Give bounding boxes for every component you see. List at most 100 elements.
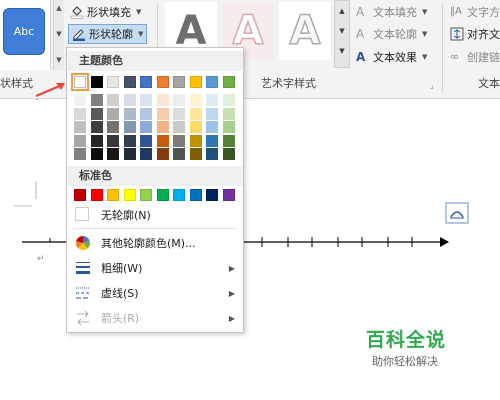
theme-shade-swatch[interactable]: [173, 121, 185, 133]
theme-shade-swatch[interactable]: [189, 94, 202, 106]
theme-shade-swatch[interactable]: [140, 148, 152, 160]
theme-shade-swatch[interactable]: [107, 121, 119, 133]
theme-color-swatch[interactable]: [90, 76, 103, 88]
theme-shade-swatch[interactable]: [173, 94, 185, 106]
standard-color-swatch[interactable]: [222, 189, 235, 201]
theme-shade-swatch[interactable]: [90, 121, 103, 133]
shape-outline-button[interactable]: 形状轮廓 ▼: [68, 24, 148, 44]
theme-color-swatch[interactable]: [123, 76, 136, 88]
theme-shade-swatch[interactable]: [107, 134, 119, 147]
wordart-style-3[interactable]: A: [279, 2, 331, 60]
create-link-button[interactable]: ∞ 创建链: [450, 48, 500, 66]
pen-icon: [72, 27, 86, 41]
theme-shade-swatch[interactable]: [74, 148, 86, 160]
dialog-launcher-icon[interactable]: ⌟: [430, 76, 434, 94]
theme-color-swatch[interactable]: [140, 76, 152, 88]
gallery-scrollbar[interactable]: ▲ ▼ ▼: [53, 0, 64, 70]
theme-shade-swatch[interactable]: [123, 121, 136, 133]
theme-shade-swatch[interactable]: [140, 134, 152, 147]
shape-style-abc-button[interactable]: Abc: [3, 8, 45, 55]
more-icon[interactable]: ▼: [335, 41, 349, 61]
theme-color-swatch[interactable]: [107, 76, 119, 88]
theme-color-swatch[interactable]: [222, 76, 235, 88]
chevron-down-icon[interactable]: ▼: [335, 21, 349, 41]
standard-color-swatch[interactable]: [156, 189, 169, 201]
chevron-up-icon[interactable]: ▲: [55, 4, 63, 12]
theme-shade-swatch[interactable]: [206, 148, 218, 160]
theme-shade-swatch[interactable]: [222, 121, 235, 133]
theme-shade-swatch[interactable]: [156, 107, 169, 120]
dashes-item[interactable]: 虚线(S) ▶: [67, 282, 243, 304]
theme-shade-swatch[interactable]: [206, 121, 218, 133]
text-fill-button[interactable]: A 文本填充 ▼: [356, 3, 427, 21]
layout-options-icon[interactable]: [445, 202, 469, 224]
theme-shade-swatch[interactable]: [74, 134, 86, 147]
more-icon[interactable]: ▼: [55, 56, 63, 64]
text-outline-button[interactable]: A 文本轮廓 ▼: [356, 25, 427, 43]
theme-shade-swatch[interactable]: [189, 148, 202, 160]
watermark-title: 百科全说: [366, 329, 447, 351]
theme-shade-swatch[interactable]: [156, 94, 169, 106]
theme-color-swatch[interactable]: [71, 73, 89, 91]
theme-color-swatch[interactable]: [206, 76, 218, 88]
theme-shade-swatch[interactable]: [74, 94, 86, 106]
theme-color-swatch[interactable]: [189, 76, 202, 88]
theme-shade-swatch[interactable]: [222, 94, 235, 106]
theme-shade-swatch[interactable]: [90, 94, 103, 106]
standard-color-swatch[interactable]: [173, 189, 185, 201]
theme-shade-swatch[interactable]: [74, 107, 86, 120]
text-effects-button[interactable]: A 文本效果 ▼: [356, 48, 427, 66]
theme-shade-swatch[interactable]: [123, 134, 136, 147]
theme-shade-swatch[interactable]: [74, 121, 86, 133]
theme-shade-swatch[interactable]: [140, 121, 152, 133]
theme-shade-swatch[interactable]: [90, 148, 103, 160]
theme-shade-swatch[interactable]: [140, 94, 152, 106]
theme-shade-swatch[interactable]: [222, 148, 235, 160]
theme-shade-swatch[interactable]: [156, 148, 169, 160]
wordart-gallery-scrollbar[interactable]: ▲ ▼ ▼: [334, 0, 350, 68]
standard-color-swatch[interactable]: [107, 189, 119, 201]
text-effects-icon: A: [356, 50, 366, 64]
theme-shade-swatch[interactable]: [123, 148, 136, 160]
chevron-down-icon[interactable]: ▼: [55, 30, 63, 38]
theme-shade-swatch[interactable]: [107, 94, 119, 106]
weight-item[interactable]: 粗细(W) ▶: [67, 257, 243, 279]
theme-shade-swatch[interactable]: [173, 148, 185, 160]
theme-shade-swatch[interactable]: [206, 94, 218, 106]
theme-shade-swatch[interactable]: [189, 121, 202, 133]
theme-shade-swatch[interactable]: [206, 107, 218, 120]
theme-shade-swatch[interactable]: [222, 134, 235, 147]
theme-shade-swatch[interactable]: [123, 94, 136, 106]
theme-color-swatch[interactable]: [173, 76, 185, 88]
theme-shade-swatch[interactable]: [107, 107, 119, 120]
shape-fill-button[interactable]: 形状填充 ▼: [70, 3, 141, 21]
chevron-up-icon[interactable]: ▲: [335, 1, 349, 21]
more-colors-item[interactable]: 其他轮廓颜色(M)...: [67, 232, 243, 254]
standard-color-swatch[interactable]: [140, 189, 152, 201]
standard-color-swatch[interactable]: [189, 189, 202, 201]
theme-color-swatch[interactable]: [156, 76, 169, 88]
theme-shade-swatch[interactable]: [189, 107, 202, 120]
theme-shade-swatch[interactable]: [173, 107, 185, 120]
theme-shade-swatch[interactable]: [206, 134, 218, 147]
align-text-button[interactable]: 对齐文: [450, 25, 500, 43]
standard-color-swatch[interactable]: [74, 189, 86, 201]
no-outline-icon: [75, 207, 89, 221]
theme-shade-swatch[interactable]: [140, 107, 152, 120]
standard-color-swatch[interactable]: [90, 189, 103, 201]
text-direction-button[interactable]: ‖A 文字方: [450, 3, 500, 21]
standard-color-swatch[interactable]: [206, 189, 218, 201]
arrows-item[interactable]: 箭头(R) ▶: [67, 307, 243, 329]
theme-shade-swatch[interactable]: [107, 148, 119, 160]
theme-shade-swatch[interactable]: [90, 107, 103, 120]
theme-shade-swatch[interactable]: [156, 121, 169, 133]
standard-color-swatch[interactable]: [123, 189, 136, 201]
theme-shade-swatch[interactable]: [90, 134, 103, 147]
theme-shade-swatch[interactable]: [156, 134, 169, 147]
text-outline-label: 文本轮廓: [373, 28, 417, 41]
theme-shade-swatch[interactable]: [173, 134, 185, 147]
theme-shade-swatch[interactable]: [123, 107, 136, 120]
theme-shade-swatch[interactable]: [222, 107, 235, 120]
theme-shade-swatch[interactable]: [189, 134, 202, 147]
no-outline-item[interactable]: 无轮廓(N): [67, 204, 243, 226]
